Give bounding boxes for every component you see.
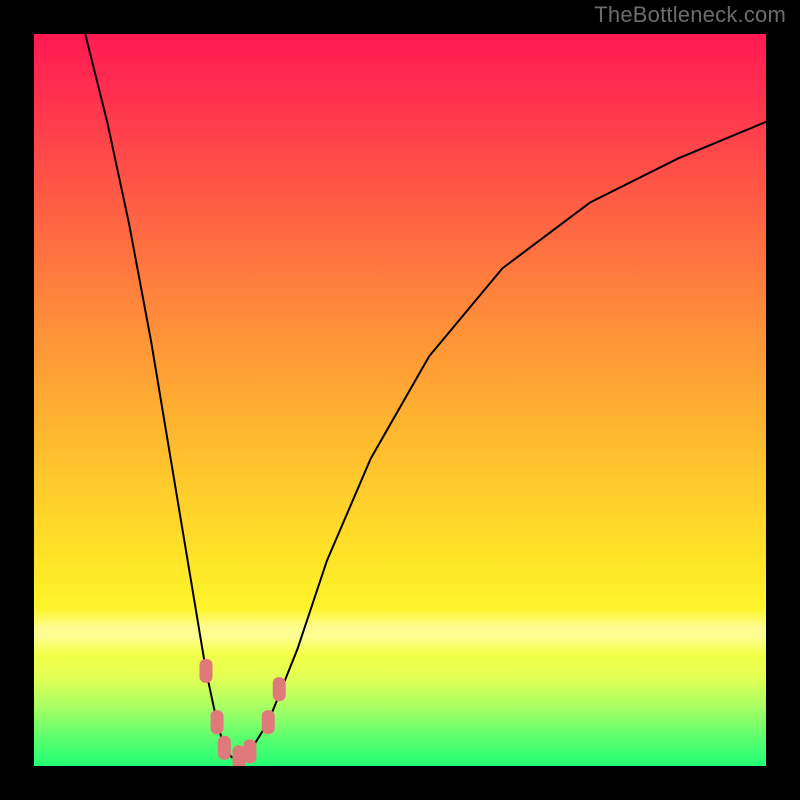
curve-marker (243, 739, 256, 763)
bottleneck-curve (85, 34, 766, 757)
curve-marker (211, 710, 224, 734)
curve-marker (262, 710, 275, 734)
chart-svg (34, 34, 766, 766)
attribution-text: TheBottleneck.com (594, 2, 786, 28)
curve-markers (200, 659, 286, 766)
curve-marker (273, 677, 286, 701)
curve-marker (218, 736, 231, 760)
plot-area (34, 34, 766, 766)
curve-marker (200, 659, 213, 683)
